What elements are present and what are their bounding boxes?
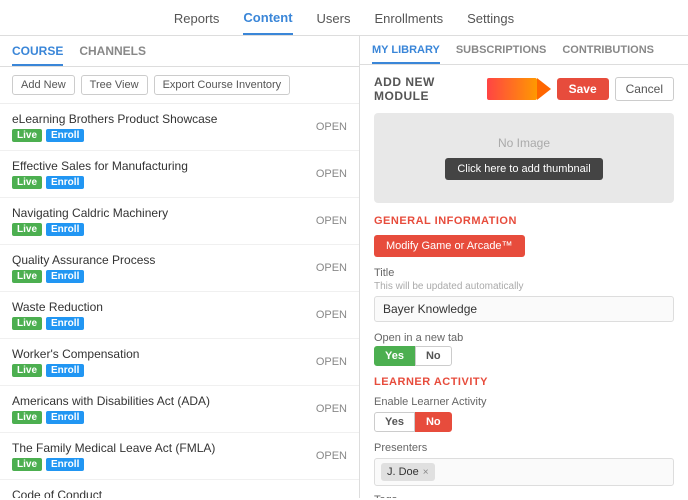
- course-title: Quality Assurance Process: [12, 253, 155, 267]
- right-panel: MY LIBRARY SUBSCRIPTIONS CONTRIBUTIONS A…: [360, 36, 688, 498]
- badge-live: Live: [12, 129, 42, 142]
- course-open-link[interactable]: OPEN: [316, 262, 347, 274]
- main-layout: COURSE CHANNELS Add New Tree View Export…: [0, 36, 688, 498]
- course-item[interactable]: Navigating Caldric Machinery Live Enroll OP…: [0, 198, 359, 245]
- badge-live: Live: [12, 270, 42, 283]
- course-item[interactable]: Worker's Compensation Live Enroll OPEN: [0, 339, 359, 386]
- add-new-button[interactable]: Add New: [12, 75, 75, 95]
- add-module-label: ADD NEW MODULE: [374, 75, 487, 103]
- arrow-rect: [487, 78, 537, 100]
- tab-my-library[interactable]: MY LIBRARY: [372, 44, 440, 64]
- badge-live: Live: [12, 176, 42, 189]
- course-open-link[interactable]: OPEN: [316, 450, 347, 462]
- enable-learner-no[interactable]: No: [415, 412, 452, 432]
- nav-users[interactable]: Users: [317, 11, 351, 34]
- enable-learner-toggle: Yes No: [374, 412, 674, 432]
- title-hint: This will be updated automatically: [374, 281, 674, 292]
- course-title: Navigating Caldric Machinery: [12, 206, 168, 220]
- export-button[interactable]: Export Course Inventory: [154, 75, 291, 95]
- general-info-title: GENERAL INFORMATION: [374, 215, 674, 227]
- left-panel: COURSE CHANNELS Add New Tree View Export…: [0, 36, 360, 498]
- course-title: Americans with Disabilities Act (ADA): [12, 394, 210, 408]
- course-item[interactable]: Effective Sales for Manufacturing Live Enr…: [0, 151, 359, 198]
- open-new-tab-no[interactable]: No: [415, 346, 452, 366]
- badge-enroll: Enroll: [46, 223, 84, 236]
- badge-live: Live: [12, 411, 42, 424]
- course-list: eLearning Brothers Product ShowcaseLiveE…: [0, 104, 359, 498]
- add-module-row: ADD NEW MODULE Save Cancel: [374, 75, 674, 103]
- no-image-text: No Image: [498, 136, 550, 150]
- thumbnail-area: No Image Click here to add thumbnail: [374, 113, 674, 203]
- cancel-button[interactable]: Cancel: [615, 77, 674, 101]
- course-title: Code of Conduct: [12, 488, 102, 498]
- course-item[interactable]: eLearning Brothers Product Showcase Live E…: [0, 104, 359, 151]
- course-item[interactable]: Code of ConductLiveEnrollOPEN: [0, 480, 359, 498]
- enable-learner-yes[interactable]: Yes: [374, 412, 415, 432]
- presenter-chip: J. Doe ×: [381, 463, 435, 481]
- course-item[interactable]: Waste Reduction Live Enroll OPEN: [0, 292, 359, 339]
- learner-activity-title: LEARNER ACTIVITY: [374, 376, 674, 388]
- left-tab-bar: COURSE CHANNELS: [0, 36, 359, 67]
- course-title: eLearning Brothers Product Showcase: [12, 112, 217, 126]
- badge-enroll: Enroll: [46, 317, 84, 330]
- course-item[interactable]: Americans with Disabilities Act (ADA) Liv…: [0, 386, 359, 433]
- badge-enroll: Enroll: [46, 176, 84, 189]
- open-new-tab-label: Open in a new tab: [374, 332, 674, 344]
- course-item[interactable]: Quality Assurance Process Live Enroll OPEN: [0, 245, 359, 292]
- badge-live: Live: [12, 317, 42, 330]
- open-new-tab-toggle: Yes No: [374, 346, 674, 366]
- right-content: ADD NEW MODULE Save Cancel No Image Clic…: [360, 65, 688, 498]
- title-label: Title: [374, 267, 674, 279]
- tab-channels[interactable]: CHANNELS: [79, 44, 146, 66]
- badge-enroll: Enroll: [46, 411, 84, 424]
- presenters-label: Presenters: [374, 442, 674, 454]
- top-nav: Reports Content Users Enrollments Settin…: [0, 0, 688, 36]
- course-open-link[interactable]: OPEN: [316, 309, 347, 321]
- left-toolbar: Add New Tree View Export Course Inventor…: [0, 67, 359, 104]
- course-title: Effective Sales for Manufacturing: [12, 159, 188, 173]
- tab-contributions[interactable]: CONTRIBUTIONS: [562, 44, 654, 64]
- tab-subscriptions[interactable]: SUBSCRIPTIONS: [456, 44, 546, 64]
- nav-reports[interactable]: Reports: [174, 11, 220, 34]
- modify-game-button[interactable]: Modify Game or Arcade™: [374, 235, 525, 257]
- right-tab-bar: MY LIBRARY SUBSCRIPTIONS CONTRIBUTIONS: [360, 36, 688, 65]
- save-button[interactable]: Save: [557, 78, 609, 100]
- course-open-link[interactable]: OPEN: [316, 168, 347, 180]
- badge-enroll: Enroll: [46, 364, 84, 377]
- course-open-link[interactable]: OPEN: [316, 497, 347, 498]
- course-title: Worker's Compensation: [12, 347, 139, 361]
- nav-enrollments[interactable]: Enrollments: [374, 11, 443, 34]
- nav-settings[interactable]: Settings: [467, 11, 514, 34]
- badge-live: Live: [12, 458, 42, 471]
- badge-enroll: Enroll: [46, 458, 84, 471]
- badge-enroll: Enroll: [46, 129, 84, 142]
- course-title: The Family Medical Leave Act (FMLA): [12, 441, 215, 455]
- presenters-input[interactable]: J. Doe ×: [374, 458, 674, 486]
- tags-label: Tags: [374, 494, 674, 498]
- course-open-link[interactable]: OPEN: [316, 356, 347, 368]
- course-open-link[interactable]: OPEN: [316, 403, 347, 415]
- course-title: Waste Reduction: [12, 300, 103, 314]
- course-open-link[interactable]: OPEN: [316, 215, 347, 227]
- open-new-tab-yes[interactable]: Yes: [374, 346, 415, 366]
- arrow-graphic: [487, 78, 551, 100]
- presenter-chip-label: J. Doe: [387, 466, 419, 478]
- add-module-actions: Save Cancel: [487, 77, 674, 101]
- badge-live: Live: [12, 223, 42, 236]
- title-input[interactable]: [374, 296, 674, 322]
- tree-view-button[interactable]: Tree View: [81, 75, 148, 95]
- nav-content[interactable]: Content: [243, 10, 292, 35]
- presenter-chip-remove[interactable]: ×: [423, 467, 429, 478]
- badge-enroll: Enroll: [46, 270, 84, 283]
- course-open-link[interactable]: OPEN: [316, 121, 347, 133]
- tab-course[interactable]: COURSE: [12, 44, 63, 66]
- arrow-shape: [537, 78, 551, 100]
- badge-live: Live: [12, 364, 42, 377]
- course-item[interactable]: The Family Medical Leave Act (FMLA) Live E…: [0, 433, 359, 480]
- enable-learner-label: Enable Learner Activity: [374, 396, 674, 408]
- add-thumbnail-button[interactable]: Click here to add thumbnail: [445, 158, 602, 180]
